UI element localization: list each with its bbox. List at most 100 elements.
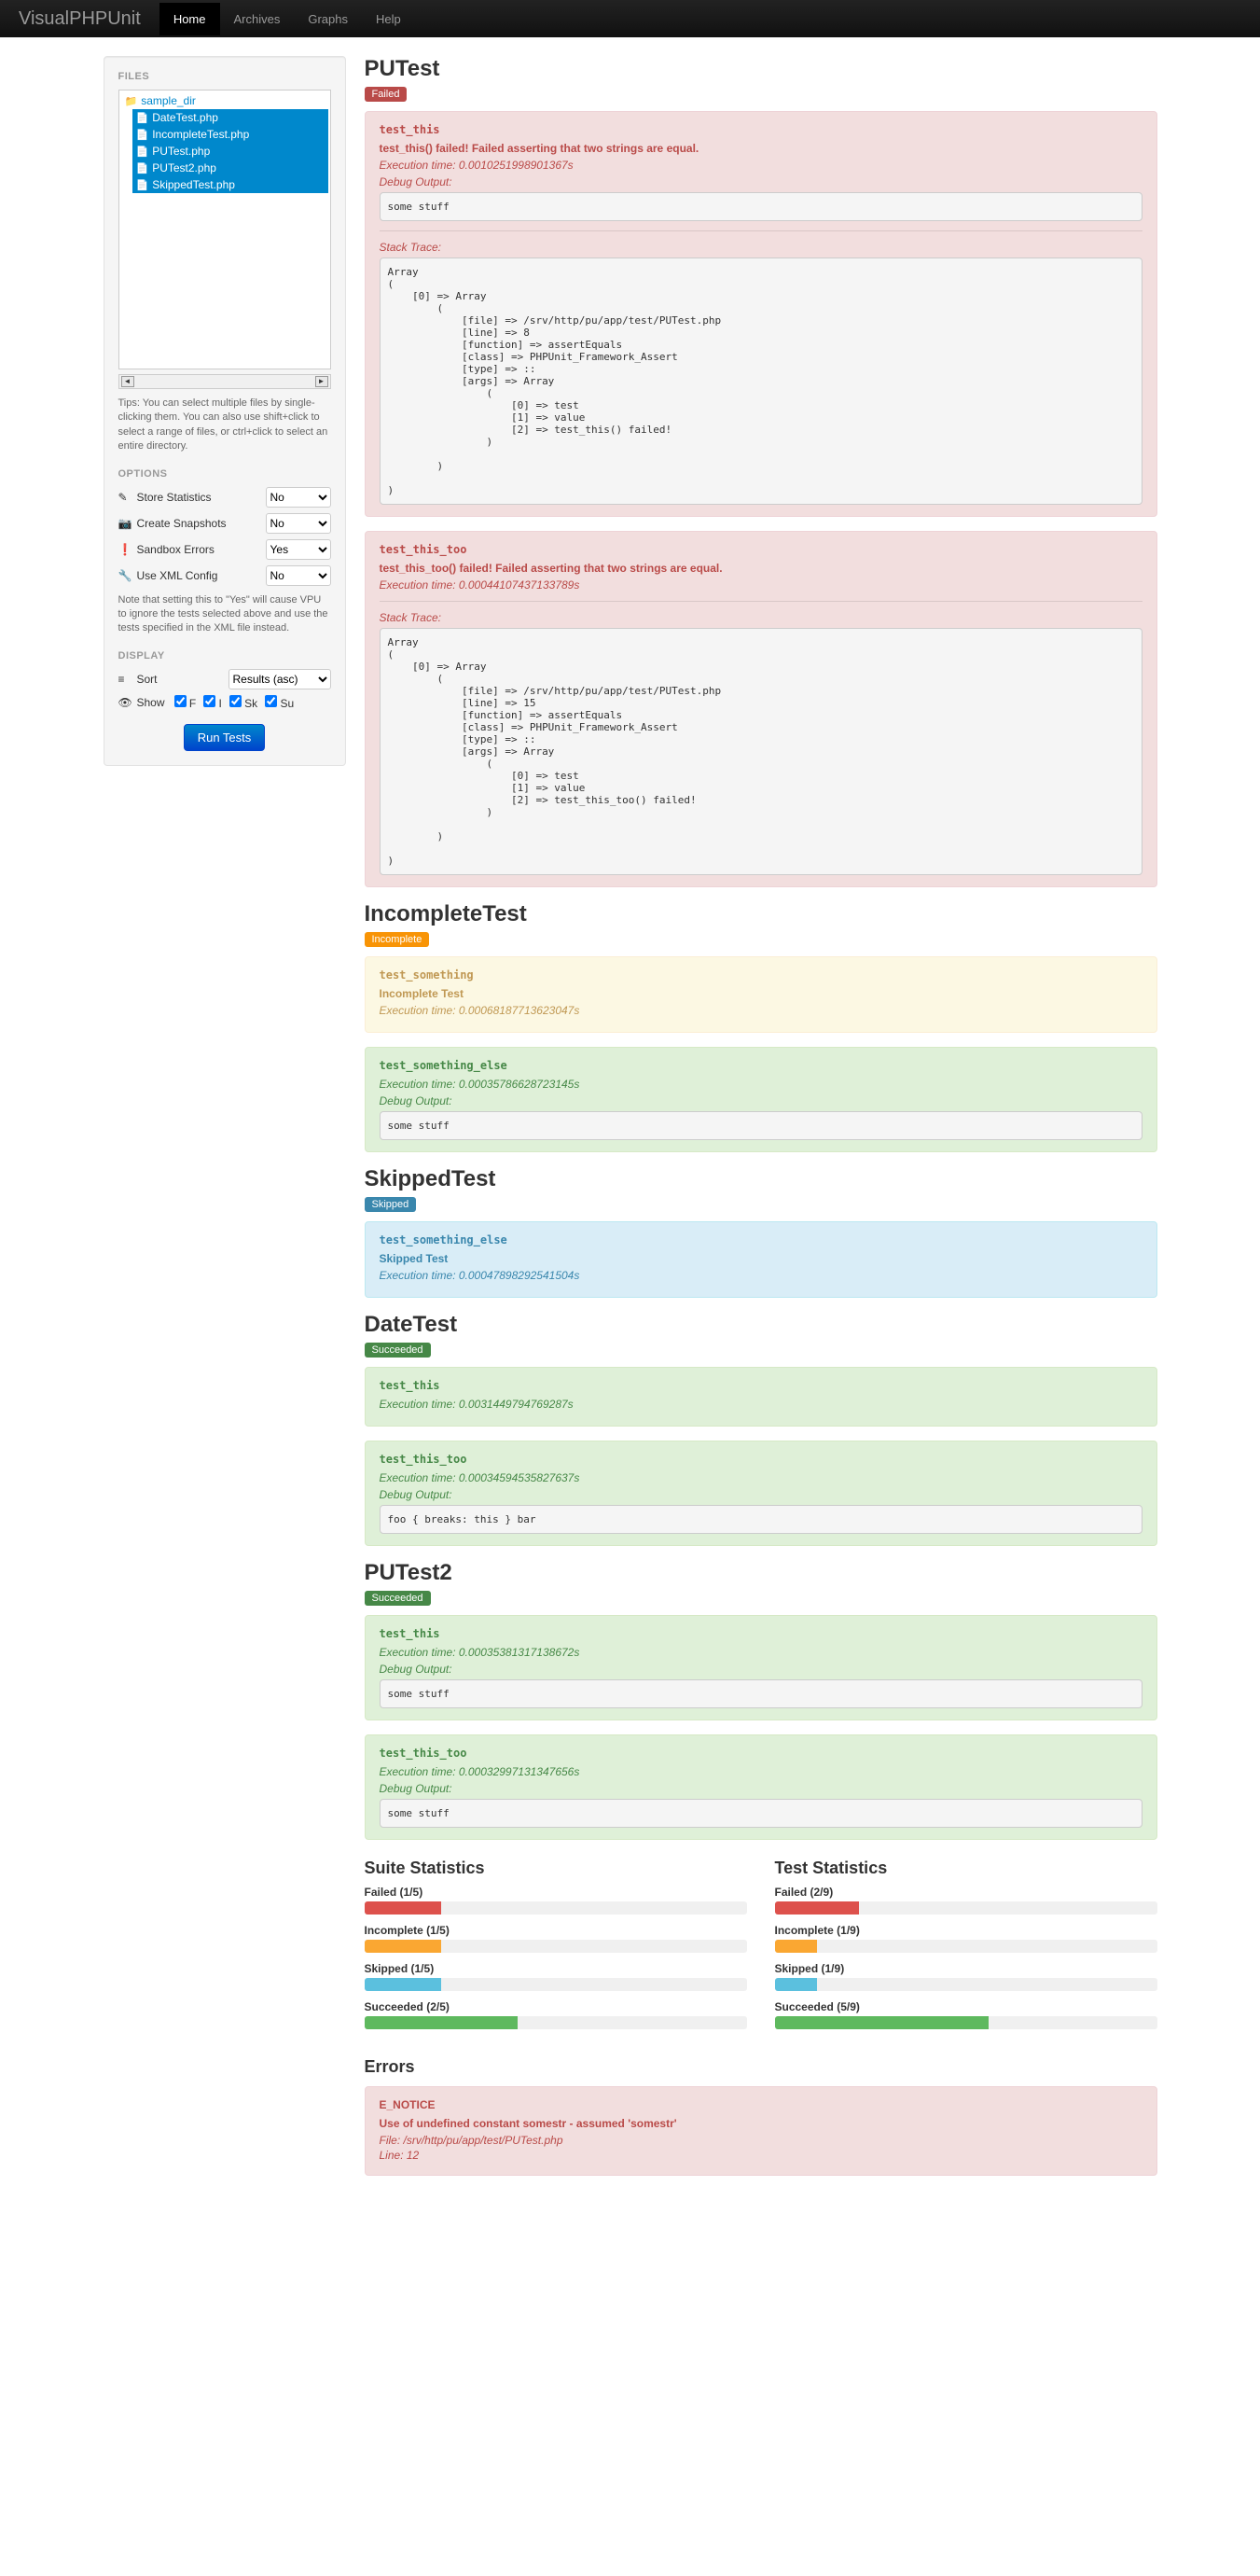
file-item[interactable]: 📄PUTest2.php	[132, 160, 328, 176]
show-check-i[interactable]: I	[203, 697, 222, 710]
eye-icon: 👁	[118, 696, 132, 709]
test-name: test_this_too	[380, 1453, 1142, 1466]
folder-item[interactable]: 📁sample_dir	[121, 92, 328, 109]
option-icon: ❗	[118, 543, 132, 556]
nav-archives[interactable]: Archives	[220, 3, 295, 35]
debug-output: some stuff	[380, 192, 1142, 221]
option-select[interactable]: No	[266, 513, 331, 534]
option-icon: ✎	[118, 491, 132, 504]
scroll-right-icon[interactable]: ►	[315, 376, 328, 387]
test-name: test_something	[380, 968, 1142, 982]
test-block: test_somethingIncomplete TestExecution t…	[365, 956, 1157, 1033]
file-item[interactable]: 📄DateTest.php	[132, 109, 328, 126]
file-item[interactable]: 📄IncompleteTest.php	[132, 126, 328, 143]
suite-badge: Failed	[365, 87, 408, 102]
nav-help[interactable]: Help	[362, 3, 415, 35]
sort-label: Sort	[137, 673, 228, 686]
option-select[interactable]: Yes	[266, 539, 331, 560]
suite-title: PUTest2	[365, 1560, 1157, 1586]
error-file: File: /srv/http/pu/app/test/PUTest.php	[380, 2134, 1142, 2147]
debug-output: foo { breaks: this } bar	[380, 1505, 1142, 1534]
execution-time: Execution time: 0.00034594535827637s	[380, 1471, 1142, 1484]
stat-label: Incomplete (1/5)	[365, 1924, 747, 1937]
stat-label: Failed (2/9)	[775, 1886, 1157, 1899]
option-select[interactable]: No	[266, 487, 331, 508]
execution-time: Execution time: 0.00044107437133789s	[380, 578, 1142, 592]
sort-icon: ≡	[118, 673, 132, 686]
test-block: test_something_elseSkipped TestExecution…	[365, 1221, 1157, 1298]
stat-row: Failed (2/9)	[775, 1886, 1157, 1915]
scroll-left-icon[interactable]: ◄	[121, 376, 134, 387]
progress-fill	[365, 2016, 518, 2029]
folder-icon: 📁	[125, 96, 138, 107]
options-label: OPTIONS	[118, 468, 331, 480]
test-block: test_something_elseExecution time: 0.000…	[365, 1047, 1157, 1152]
progress-bar	[365, 1940, 747, 1953]
file-item[interactable]: 📄PUTest.php	[132, 143, 328, 160]
stat-row: Skipped (1/9)	[775, 1962, 1157, 1991]
debug-output: some stuff	[380, 1111, 1142, 1140]
xml-note: Note that setting this to "Yes" will cau…	[118, 593, 331, 636]
progress-fill	[365, 1901, 441, 1915]
show-check-sk[interactable]: Sk	[229, 697, 257, 710]
file-tree[interactable]: 📁sample_dir 📄DateTest.php📄IncompleteTest…	[118, 90, 331, 369]
test-block: test_this_too test_this_too() failed! Fai…	[365, 531, 1157, 887]
option-select[interactable]: No	[266, 565, 331, 586]
test-stats: Test StatisticsFailed (2/9)Incomplete (1…	[775, 1859, 1157, 2039]
nav-graphs[interactable]: Graphs	[294, 3, 362, 35]
stat-row: Succeeded (5/9)	[775, 2000, 1157, 2029]
nav-home[interactable]: Home	[159, 3, 220, 35]
file-item[interactable]: 📄SkippedTest.php	[132, 176, 328, 193]
suite-title: IncompleteTest	[365, 901, 1157, 927]
option-icon: 📷	[118, 517, 132, 530]
test-message: test_this_too() failed! Failed asserting…	[380, 562, 1142, 575]
progress-bar	[775, 2016, 1157, 2029]
stat-row: Failed (1/5)	[365, 1886, 747, 1915]
stats-section: Suite StatisticsFailed (1/5)Incomplete (…	[365, 1859, 1157, 2039]
show-check-su[interactable]: Su	[265, 697, 294, 710]
checkbox[interactable]	[203, 695, 215, 707]
stack-trace: Array ( [0] => Array ( [file] => /srv/ht…	[380, 628, 1142, 875]
execution-time: Execution time: 0.00032997131347656s	[380, 1765, 1142, 1778]
run-tests-button[interactable]: Run Tests	[184, 724, 266, 751]
error-type: E_NOTICE	[380, 2098, 1142, 2111]
option-row: 📷Create SnapshotsNo	[118, 513, 331, 534]
tips-text: Tips: You can select multiple files by s…	[118, 397, 331, 454]
execution-time: Execution time: 0.00035381317138672s	[380, 1646, 1142, 1659]
test-message: test_this() failed! Failed asserting tha…	[380, 142, 1142, 155]
test-name: test_this_too	[380, 543, 1142, 556]
progress-bar	[775, 1901, 1157, 1915]
test-block: test_this test_this() failed! Failed asse…	[365, 111, 1157, 517]
file-icon: 📄	[136, 130, 149, 141]
test-name: test_this	[380, 123, 1142, 136]
execution-time: Execution time: 0.0031449794769287s	[380, 1398, 1142, 1411]
stat-label: Succeeded (2/5)	[365, 2000, 747, 2013]
sort-select[interactable]: Results (asc)	[228, 669, 331, 689]
stack-trace: Array ( [0] => Array ( [file] => /srv/ht…	[380, 258, 1142, 505]
progress-bar	[365, 2016, 747, 2029]
errors-title: Errors	[365, 2057, 1157, 2077]
checkbox[interactable]	[265, 695, 277, 707]
sort-row: ≡ Sort Results (asc)	[118, 669, 331, 689]
horizontal-scrollbar[interactable]: ◄ ►	[118, 374, 331, 389]
sidebar-panel: FILES 📁sample_dir 📄DateTest.php📄Incomple…	[104, 56, 346, 766]
progress-fill	[365, 1940, 441, 1953]
stat-label: Incomplete (1/9)	[775, 1924, 1157, 1937]
suite-badge: Succeeded	[365, 1343, 431, 1358]
checkbox[interactable]	[174, 695, 187, 707]
show-check-f[interactable]: F	[174, 697, 197, 710]
option-row: ✎Store StatisticsNo	[118, 487, 331, 508]
execution-time: Execution time: 0.00047898292541504s	[380, 1269, 1142, 1282]
file-icon: 📄	[136, 113, 149, 124]
checkbox[interactable]	[229, 695, 242, 707]
test-block: test_this_tooExecution time: 0.000329971…	[365, 1734, 1157, 1840]
test-block: test_thisExecution time: 0.0003538131713…	[365, 1615, 1157, 1720]
debug-label: Debug Output:	[380, 175, 1142, 188]
option-label: Sandbox Errors	[137, 543, 266, 556]
test-name: test_something_else	[380, 1059, 1142, 1072]
error-message: Use of undefined constant somestr - assu…	[380, 2117, 1142, 2130]
suite-stats: Suite StatisticsFailed (1/5)Incomplete (…	[365, 1859, 747, 2039]
show-label: Show	[137, 696, 174, 709]
debug-label: Debug Output:	[380, 1663, 1142, 1676]
option-row: 🔧Use XML ConfigNo	[118, 565, 331, 586]
